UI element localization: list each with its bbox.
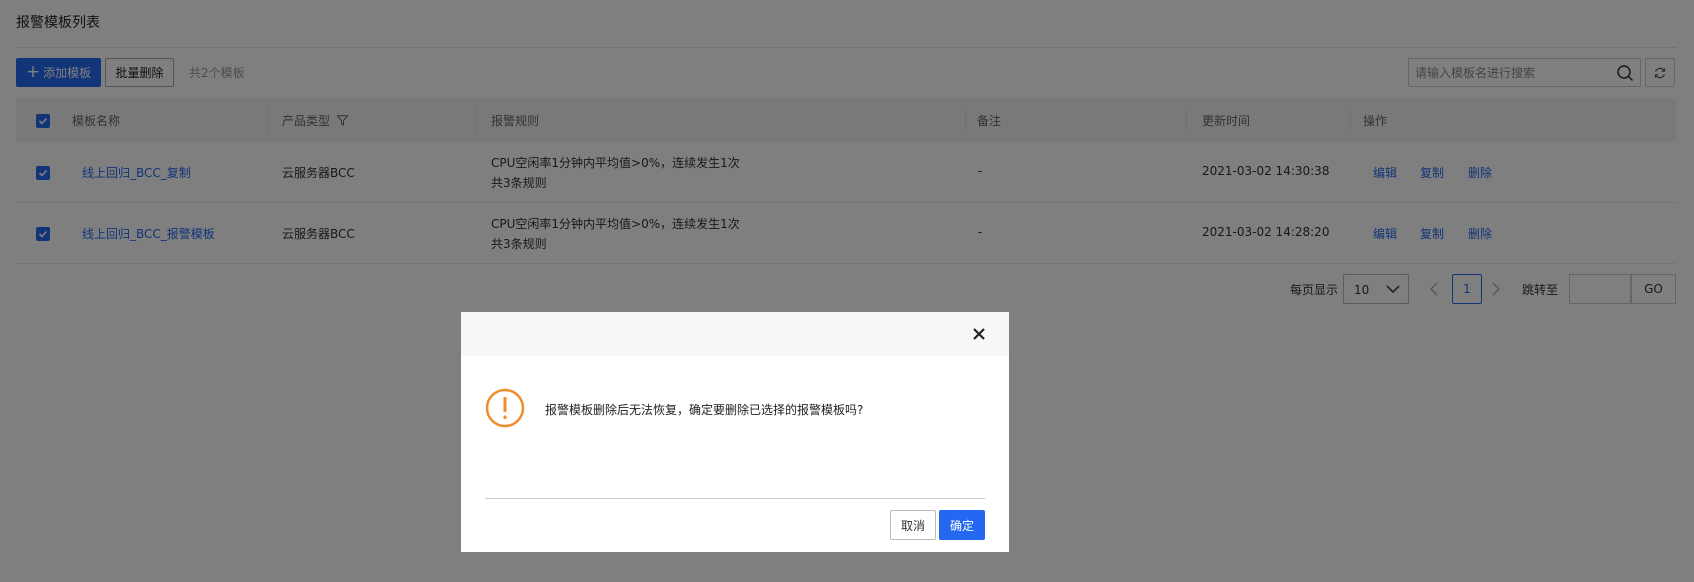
confirm-delete-dialog: 报警模板删除后无法恢复，确定要删除已选择的报警模板吗? 取消 确定 bbox=[461, 312, 1009, 552]
warning-icon bbox=[485, 388, 525, 428]
dialog-divider bbox=[485, 498, 985, 499]
cancel-button[interactable]: 取消 bbox=[890, 510, 936, 540]
confirm-button[interactable]: 确定 bbox=[939, 510, 985, 540]
dialog-header bbox=[461, 312, 1009, 356]
close-icon[interactable] bbox=[969, 324, 989, 344]
dialog-message: 报警模板删除后无法恢复，确定要删除已选择的报警模板吗? bbox=[545, 403, 864, 417]
